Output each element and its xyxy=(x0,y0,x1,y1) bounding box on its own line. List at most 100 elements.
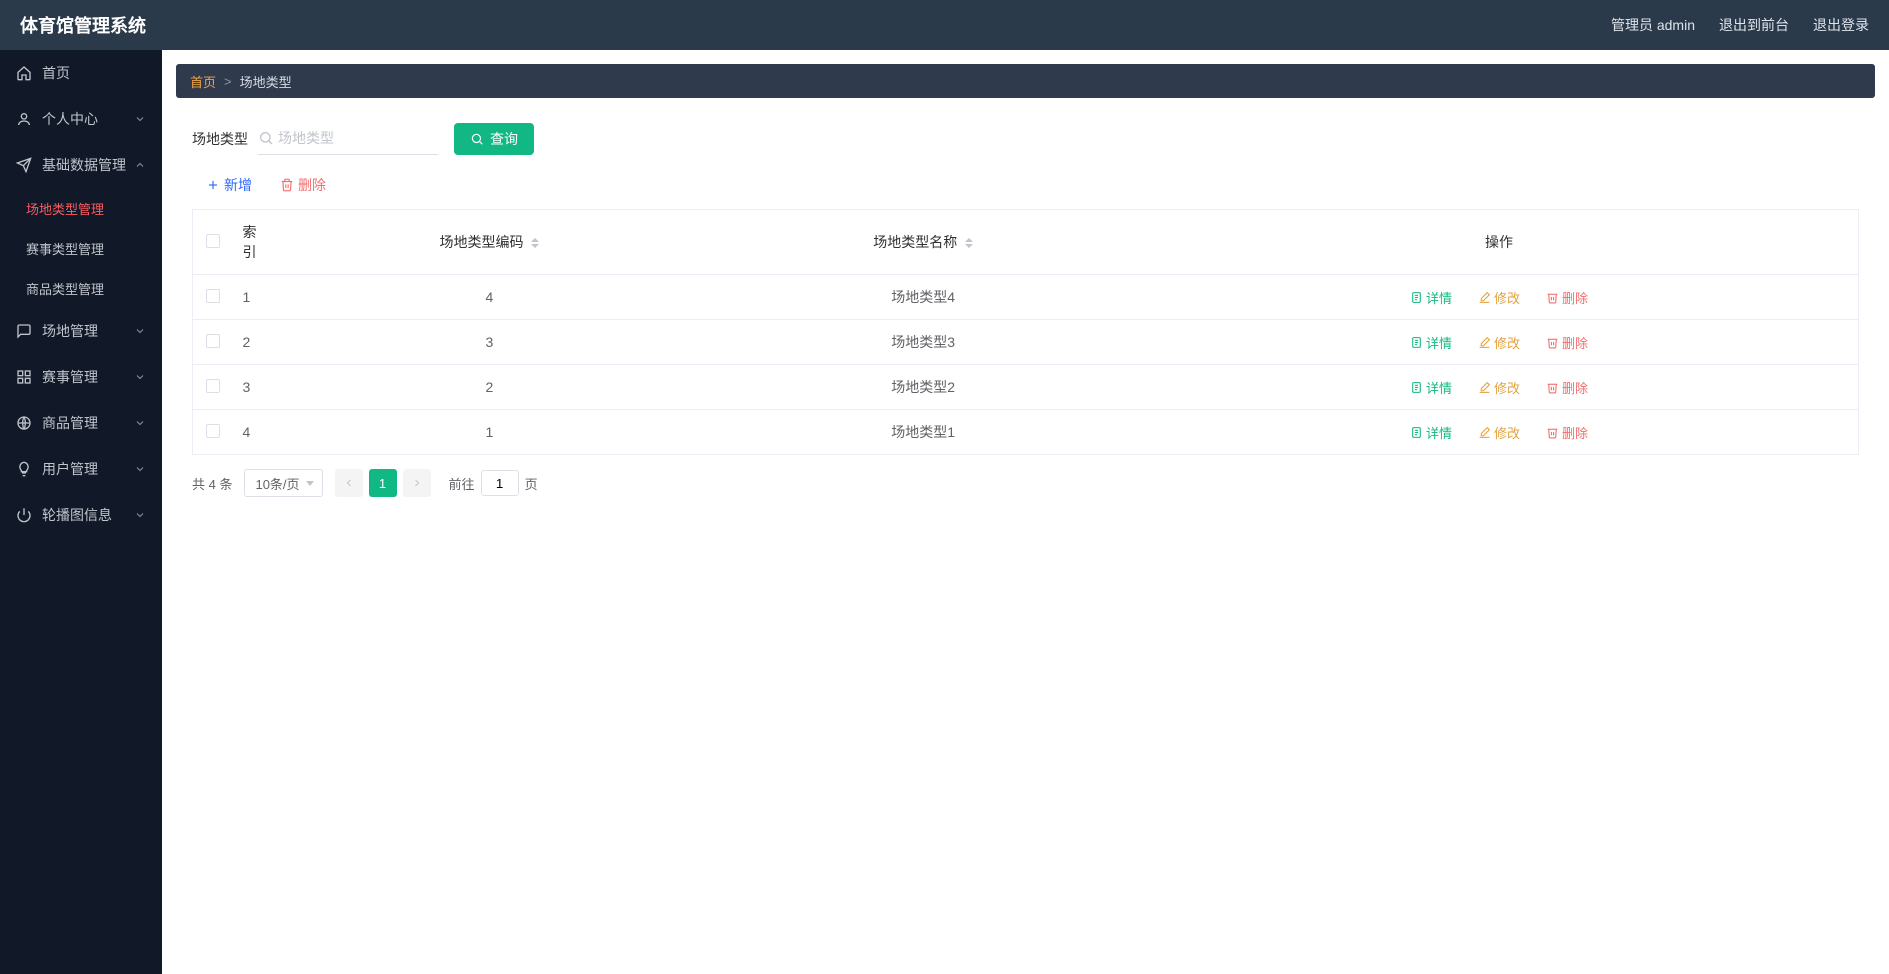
table-row: 23场地类型3详情修改删除 xyxy=(193,320,1859,365)
sidebar-item-label: 商品管理 xyxy=(42,413,134,433)
page-size-label: 10条/页 xyxy=(255,474,299,493)
sidebar-item-event[interactable]: 赛事管理 xyxy=(0,354,162,400)
search-icon xyxy=(470,132,484,146)
chevron-down-icon xyxy=(134,509,146,521)
edit-label: 修改 xyxy=(1494,378,1520,397)
detail-button[interactable]: 详情 xyxy=(1410,333,1452,352)
search-button[interactable]: 查询 xyxy=(454,123,534,155)
header-checkbox[interactable] xyxy=(206,234,220,248)
sidebar-item-user[interactable]: 用户管理 xyxy=(0,446,162,492)
back-to-front-link[interactable]: 退出到前台 xyxy=(1719,15,1789,35)
admin-label[interactable]: 管理员 admin xyxy=(1611,15,1695,35)
table-row: 14场地类型4详情修改删除 xyxy=(193,275,1859,320)
header-code[interactable]: 场地类型编码 xyxy=(273,210,707,275)
table-actions: 新增 删除 xyxy=(192,169,1859,209)
pager-jump-input[interactable] xyxy=(481,470,519,496)
table-row: 32场地类型2详情修改删除 xyxy=(193,365,1859,410)
row-checkbox[interactable] xyxy=(206,424,220,438)
trash-icon xyxy=(1546,336,1559,349)
sort-icon xyxy=(531,238,539,248)
filter-label: 场地类型 xyxy=(192,129,248,149)
row-code: 1 xyxy=(273,410,707,455)
pager-jump-prefix: 前往 xyxy=(449,474,475,493)
chevron-down-icon xyxy=(134,325,146,337)
breadcrumb-home[interactable]: 首页 xyxy=(190,72,216,91)
row-checkbox[interactable] xyxy=(206,379,220,393)
row-checkbox[interactable] xyxy=(206,334,220,348)
detail-button[interactable]: 详情 xyxy=(1410,378,1452,397)
edit-button[interactable]: 修改 xyxy=(1478,378,1520,397)
batch-delete-button[interactable]: 删除 xyxy=(280,175,326,195)
search-button-label: 查询 xyxy=(490,129,518,149)
document-icon xyxy=(1410,426,1423,439)
sidebar-item-label: 基础数据管理 xyxy=(42,155,134,175)
edit-button[interactable]: 修改 xyxy=(1478,288,1520,307)
sidebar-item-product[interactable]: 商品管理 xyxy=(0,400,162,446)
plus-icon xyxy=(206,178,220,192)
page-size-select[interactable]: 10条/页 xyxy=(244,469,322,497)
edit-icon xyxy=(1478,426,1491,439)
main-panel: 首页 > 场地类型 场地类型 查询 xyxy=(162,50,1889,974)
pager-total: 共 4 条 xyxy=(192,474,232,493)
row-code: 4 xyxy=(273,275,707,320)
row-index: 2 xyxy=(233,320,273,365)
row-index: 4 xyxy=(233,410,273,455)
edit-button[interactable]: 修改 xyxy=(1478,333,1520,352)
row-code: 2 xyxy=(273,365,707,410)
trash-icon xyxy=(280,178,294,192)
sidebar-item-label: 赛事管理 xyxy=(42,367,134,387)
detail-button[interactable]: 详情 xyxy=(1410,288,1452,307)
edit-icon xyxy=(1478,336,1491,349)
detail-label: 详情 xyxy=(1426,378,1452,397)
sidebar-item-venue[interactable]: 场地管理 xyxy=(0,308,162,354)
row-index: 1 xyxy=(233,275,273,320)
header-index[interactable]: 索引 xyxy=(233,210,273,275)
edit-label: 修改 xyxy=(1494,333,1520,352)
row-delete-button[interactable]: 删除 xyxy=(1546,288,1588,307)
sidebar-item-home[interactable]: 首页 xyxy=(0,50,162,96)
row-name: 场地类型2 xyxy=(706,365,1140,410)
sidebar-subitem-product-type[interactable]: 商品类型管理 xyxy=(0,268,162,308)
detail-label: 详情 xyxy=(1426,333,1452,352)
chevron-down-icon xyxy=(134,463,146,475)
row-checkbox[interactable] xyxy=(206,289,220,303)
filter-bar: 场地类型 查询 xyxy=(192,122,1859,155)
bulb-icon xyxy=(16,461,32,477)
row-delete-button[interactable]: 删除 xyxy=(1546,378,1588,397)
pager-page-1[interactable]: 1 xyxy=(369,469,397,497)
trash-icon xyxy=(1546,291,1559,304)
detail-button[interactable]: 详情 xyxy=(1410,423,1452,442)
pager-next[interactable] xyxy=(403,469,431,497)
row-checkbox-cell xyxy=(193,275,233,320)
sidebar-subitem-event-type[interactable]: 赛事类型管理 xyxy=(0,228,162,268)
edit-label: 修改 xyxy=(1494,288,1520,307)
row-delete-button[interactable]: 删除 xyxy=(1546,333,1588,352)
document-icon xyxy=(1410,336,1423,349)
sidebar-item-banner[interactable]: 轮播图信息 xyxy=(0,492,162,538)
sidebar-item-personal[interactable]: 个人中心 xyxy=(0,96,162,142)
header-name[interactable]: 场地类型名称 xyxy=(706,210,1140,275)
trash-icon xyxy=(1546,381,1559,394)
sidebar-item-label: 场地管理 xyxy=(42,321,134,341)
pager-prev[interactable] xyxy=(335,469,363,497)
send-icon xyxy=(16,157,32,173)
edit-button[interactable]: 修改 xyxy=(1478,423,1520,442)
home-icon xyxy=(16,65,32,81)
chat-icon xyxy=(16,323,32,339)
filter-input[interactable] xyxy=(278,122,438,154)
sidebar-subitem-venue-type[interactable]: 场地类型管理 xyxy=(0,188,162,228)
chevron-down-icon xyxy=(134,113,146,125)
row-checkbox-cell xyxy=(193,410,233,455)
row-delete-button[interactable]: 删除 xyxy=(1546,423,1588,442)
sidebar-item-label: 用户管理 xyxy=(42,459,134,479)
logout-link[interactable]: 退出登录 xyxy=(1813,15,1869,35)
row-name: 场地类型3 xyxy=(706,320,1140,365)
chevron-down-icon xyxy=(134,417,146,429)
sidebar-item-basedata[interactable]: 基础数据管理 xyxy=(0,142,162,188)
sidebar: 首页 个人中心 基础数据管理 场地类型管理 xyxy=(0,50,162,974)
add-button[interactable]: 新增 xyxy=(206,175,252,195)
row-name: 场地类型1 xyxy=(706,410,1140,455)
search-icon xyxy=(258,130,274,146)
batch-delete-button-label: 删除 xyxy=(298,175,326,195)
document-icon xyxy=(1410,291,1423,304)
